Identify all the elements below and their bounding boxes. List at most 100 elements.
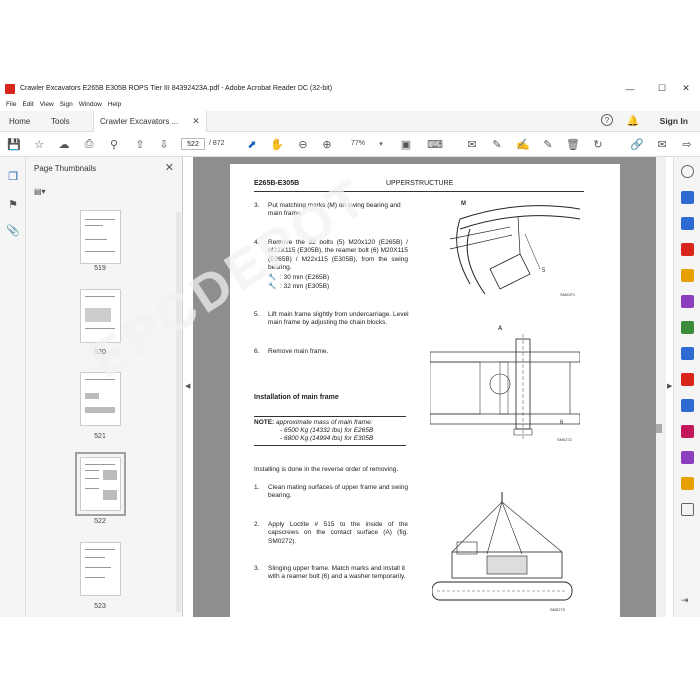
send-track-icon[interactable] bbox=[681, 477, 694, 490]
zoom-out-icon[interactable]: ⊖ bbox=[296, 137, 310, 151]
document-scrollbar[interactable] bbox=[656, 157, 666, 617]
figure-reamer-bolt bbox=[430, 334, 580, 439]
save-icon[interactable]: 💾 bbox=[7, 137, 21, 151]
step-number: 2. bbox=[254, 521, 260, 528]
wrench-size-2: : 32 mm (E305B) bbox=[280, 283, 330, 290]
more-tools-icon[interactable] bbox=[681, 503, 694, 516]
step-number: 3. bbox=[254, 565, 260, 572]
wrench-icon: 🔧 bbox=[268, 283, 277, 290]
keyboard-icon[interactable]: ⌨ bbox=[427, 137, 443, 151]
export-pdf-icon[interactable] bbox=[681, 243, 694, 256]
share-icon[interactable]: ⇨ bbox=[680, 137, 694, 151]
panel-scrollbar[interactable] bbox=[176, 212, 181, 612]
tab-document-label: Crawler Excavators ... bbox=[100, 117, 179, 126]
organize-pages-icon[interactable] bbox=[681, 295, 694, 308]
hand-tool-icon[interactable]: ✋ bbox=[270, 137, 284, 151]
step-text: Lift main frame slightly from undercarri… bbox=[268, 311, 409, 327]
thumbnails-panel: Page Thumbnails ✕ ▤▾ 519 520 521 522 523 bbox=[26, 157, 183, 617]
attachments-icon[interactable]: 📎 bbox=[6, 223, 20, 237]
create-pdf-icon[interactable] bbox=[681, 191, 694, 204]
menu-view[interactable]: View bbox=[40, 101, 54, 108]
zoom-dropdown[interactable]: 77% bbox=[351, 140, 365, 147]
thumbnail-page-522[interactable] bbox=[75, 452, 126, 516]
note-rule bbox=[254, 416, 406, 417]
select-cursor-icon[interactable]: ⬈ bbox=[245, 137, 259, 151]
page-down-icon[interactable]: ⇩ bbox=[157, 137, 171, 151]
zoom-search-icon[interactable]: ⚲ bbox=[107, 137, 121, 151]
request-signature-icon[interactable] bbox=[681, 451, 694, 464]
close-tab-icon[interactable]: ✕ bbox=[192, 116, 200, 127]
comment-tool-icon[interactable] bbox=[681, 269, 694, 282]
close-panel-icon[interactable]: ✕ bbox=[165, 161, 174, 174]
chevron-down-icon[interactable]: ▾ bbox=[374, 137, 388, 151]
step-text: Clean mating surfaces of upper frame and… bbox=[268, 484, 408, 500]
highlight-icon[interactable]: ✍ bbox=[516, 137, 530, 151]
search-icon[interactable] bbox=[681, 165, 694, 178]
protect-icon[interactable] bbox=[681, 399, 694, 412]
document-view[interactable]: E265B-E305B UPPERSTRUCTURE 3. Put matchi… bbox=[193, 157, 666, 617]
thumbnail-label: 522 bbox=[94, 518, 106, 525]
thumbnail-label: 519 bbox=[94, 265, 106, 272]
delete-icon[interactable]: 🗑 bbox=[566, 137, 580, 151]
comment-icon[interactable]: ✉ bbox=[465, 137, 479, 151]
reverse-note: Installing is done in the reverse order … bbox=[254, 466, 399, 473]
stamp-icon[interactable]: ✎ bbox=[541, 137, 555, 151]
close-window-button[interactable]: ✕ bbox=[672, 79, 700, 98]
thumbnail-label: 523 bbox=[94, 603, 106, 610]
note-label: NOTE: bbox=[254, 419, 275, 426]
sign-in-button[interactable]: Sign In bbox=[660, 116, 688, 126]
step-text: Remove the 32 bolts (5) M20x120 (E265B) … bbox=[268, 239, 408, 271]
link-icon[interactable]: 🔗 bbox=[630, 137, 644, 151]
page-number-input[interactable]: 522 bbox=[181, 138, 205, 150]
email-icon[interactable]: ✉ bbox=[655, 137, 669, 151]
note-text: approximate mass of main frame: bbox=[276, 419, 373, 426]
fill-sign-icon[interactable] bbox=[681, 373, 694, 386]
thumbnail-page-521[interactable] bbox=[80, 372, 121, 426]
collapse-left-icon[interactable]: ◀ bbox=[185, 382, 190, 390]
collapse-right-icon[interactable]: ▶ bbox=[667, 382, 672, 390]
print-icon[interactable]: ⎙ bbox=[82, 137, 96, 151]
figure-code: SM02F1 bbox=[560, 292, 576, 297]
tab-home[interactable]: Home bbox=[9, 111, 30, 132]
bookmarks-icon[interactable]: ⚑ bbox=[6, 197, 20, 211]
bell-icon[interactable]: 🔔 bbox=[626, 114, 640, 128]
rotate-icon[interactable]: ↻ bbox=[591, 137, 605, 151]
thumbnail-options-icon[interactable]: ▤▾ bbox=[34, 187, 52, 197]
scrollbar-thumb[interactable] bbox=[656, 424, 662, 433]
thumbnail-page-519[interactable] bbox=[80, 210, 121, 264]
tab-document[interactable]: Crawler Excavators ... ✕ bbox=[93, 111, 207, 132]
window-title: Crawler Excavators E265B E305B ROPS Tier… bbox=[20, 85, 333, 92]
thumbnail-page-520[interactable] bbox=[80, 289, 121, 343]
page-thumbnails-icon[interactable]: ❐ bbox=[6, 169, 20, 183]
bookmark-star-icon[interactable]: ☆ bbox=[32, 137, 46, 151]
panel-title: Page Thumbnails bbox=[34, 164, 97, 173]
figure-code: SM0272 bbox=[557, 437, 572, 442]
edit-pdf-icon[interactable] bbox=[681, 321, 694, 334]
menu-file[interactable]: File bbox=[6, 101, 16, 108]
page-total: / 872 bbox=[209, 140, 225, 147]
tools-rail: ⇥ bbox=[673, 157, 700, 617]
upload-cloud-icon[interactable]: ☁ bbox=[57, 137, 71, 151]
figure-swing-bearing bbox=[449, 205, 580, 295]
step-text: Slinging upper frame. Match marks and in… bbox=[268, 565, 406, 581]
combine-files-icon[interactable] bbox=[681, 217, 694, 230]
thumbnail-page-523[interactable] bbox=[80, 542, 121, 596]
scan-icon[interactable] bbox=[681, 347, 694, 360]
compress-icon[interactable] bbox=[681, 425, 694, 438]
tab-tools[interactable]: Tools bbox=[51, 111, 70, 132]
help-icon[interactable]: ? bbox=[601, 114, 613, 126]
step-number: 5. bbox=[254, 311, 260, 318]
pen-icon[interactable]: ✎ bbox=[490, 137, 504, 151]
menu-sign[interactable]: Sign bbox=[60, 101, 73, 108]
page-up-icon[interactable]: ⇧ bbox=[133, 137, 147, 151]
zoom-in-icon[interactable]: ⊕ bbox=[320, 137, 334, 151]
page-header-model: E265B-E305B bbox=[254, 180, 300, 187]
menu-help[interactable]: Help bbox=[108, 101, 121, 108]
thumbnail-label: 520 bbox=[94, 349, 106, 356]
toolbar: 💾 ☆ ☁ ⎙ ⚲ ⇧ ⇩ 522 / 872 ⬈ ✋ ⊖ ⊕ 77% ▾ ▣ … bbox=[0, 132, 700, 157]
expand-panel-icon[interactable]: ⇥ bbox=[681, 595, 694, 608]
minimize-button[interactable]: — bbox=[616, 79, 644, 98]
fit-page-icon[interactable]: ▣ bbox=[399, 137, 413, 151]
menu-window[interactable]: Window bbox=[79, 101, 102, 108]
menu-edit[interactable]: Edit bbox=[22, 101, 33, 108]
